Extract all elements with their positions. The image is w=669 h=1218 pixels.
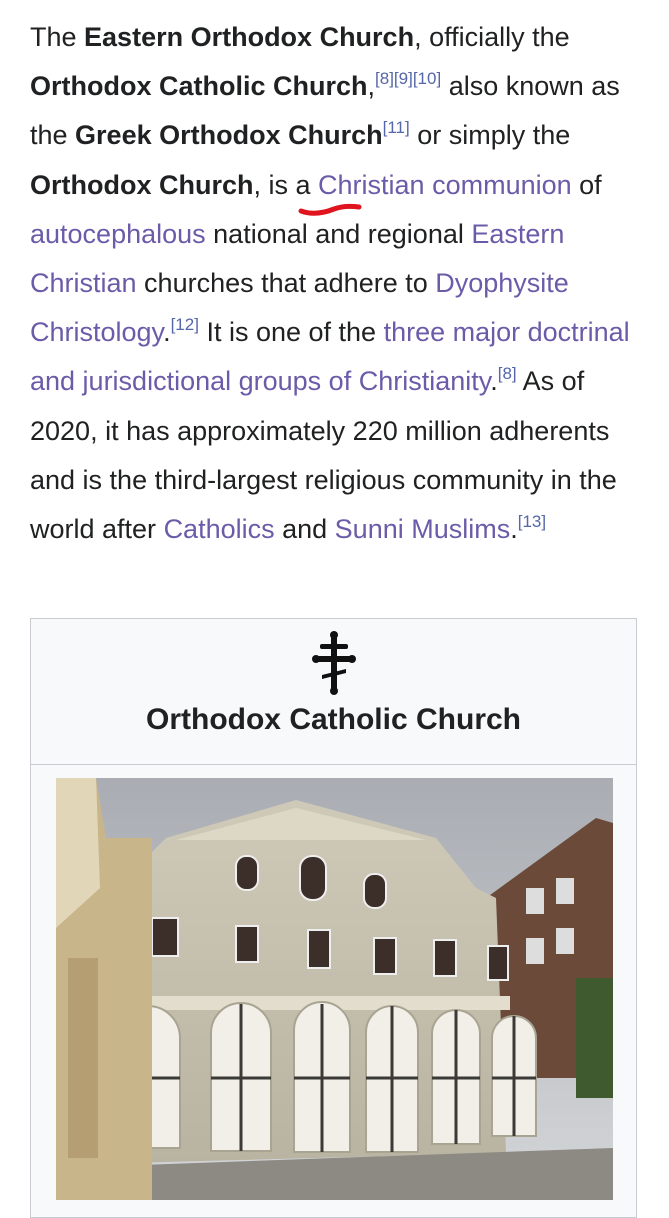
citation-link-12[interactable]: [12]: [171, 315, 199, 334]
text: .: [510, 514, 518, 545]
citation-link-8[interactable]: [8]: [375, 69, 394, 88]
text: It is one of the: [198, 317, 384, 348]
citation: [8][9][10]: [375, 69, 441, 88]
text: of: [571, 169, 602, 200]
article-paragraph: The Eastern Orthodox Church, officially …: [30, 13, 640, 554]
link-christian-communion[interactable]: Christian communion: [318, 170, 572, 200]
citation-link-13[interactable]: [13]: [518, 512, 546, 531]
text: or simply the: [409, 120, 571, 151]
church-building-photo[interactable]: [56, 778, 613, 1200]
citation: [8]: [498, 364, 517, 383]
red-underline-annotation: [298, 203, 362, 216]
citation: [13]: [518, 512, 546, 531]
citation-link-8b[interactable]: [8]: [498, 364, 517, 383]
text: .: [490, 366, 498, 397]
text: ,: [367, 71, 376, 102]
bold-name: Orthodox Catholic Church: [30, 71, 368, 102]
text: national and regional: [205, 218, 472, 249]
link-catholics[interactable]: Catholics: [164, 514, 275, 544]
link-sunni-muslims[interactable]: Sunni Muslims: [335, 514, 511, 544]
infobox-header: Orthodox Catholic Church: [31, 619, 636, 765]
citation-link-11[interactable]: [11]: [383, 118, 410, 137]
text: , officially the: [414, 22, 570, 52]
link-autocephalous[interactable]: autocephalous: [30, 219, 206, 249]
citation: [12]: [171, 315, 199, 334]
citation: [11]: [383, 118, 410, 137]
infobox-title: Orthodox Catholic Church: [146, 703, 521, 736]
text: The: [30, 22, 85, 52]
bold-name: Greek Orthodox Church: [75, 120, 383, 151]
text: .: [163, 317, 171, 348]
text: and: [274, 514, 335, 545]
orthodox-cross-icon: [312, 631, 356, 695]
bold-name: Orthodox Church: [30, 169, 254, 200]
text: , is a: [253, 169, 319, 200]
citation-link-10[interactable]: [10]: [413, 69, 441, 88]
text: churches that adhere to: [136, 268, 436, 299]
bold-name: Eastern Orthodox Church: [84, 22, 415, 52]
citation-link-9[interactable]: [9]: [394, 69, 413, 88]
